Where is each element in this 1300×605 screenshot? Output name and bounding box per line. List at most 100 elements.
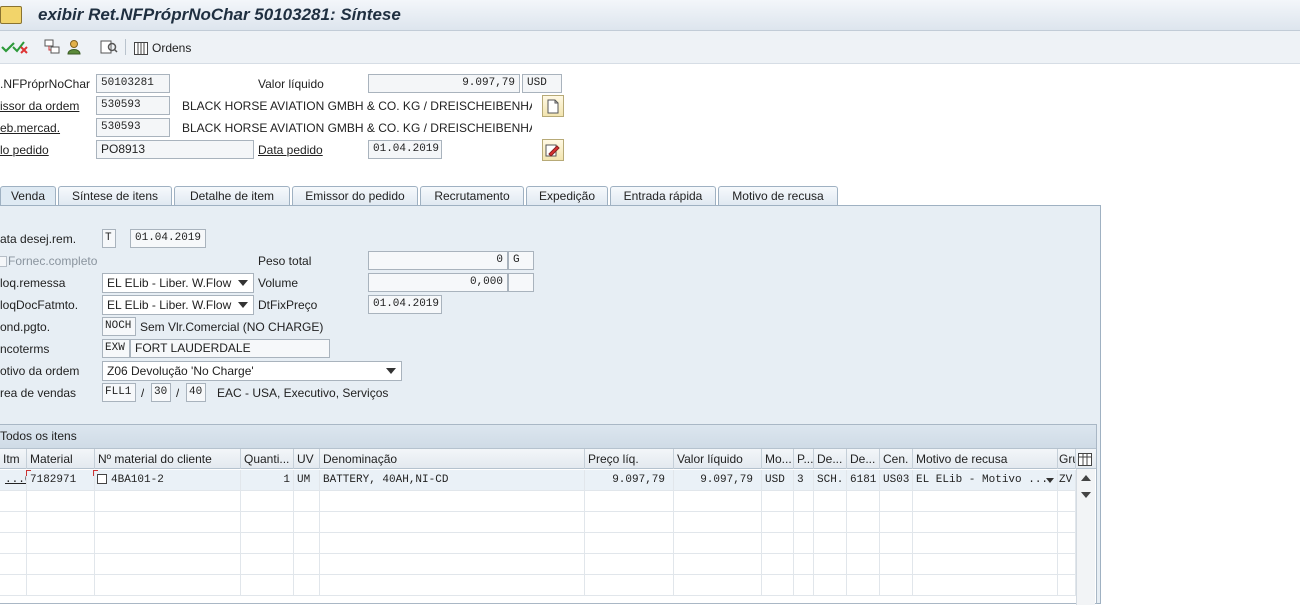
material-cell[interactable]: 7182971 <box>27 470 95 490</box>
column-header[interactable]: Cen. <box>880 449 913 469</box>
net-value-field[interactable]: 9.097,79 <box>368 74 520 93</box>
column-header[interactable]: Quanti... <box>241 449 294 469</box>
table-row[interactable] <box>0 575 1076 596</box>
po-number-label[interactable]: lo pedido <box>0 141 49 159</box>
chevron-down-icon <box>238 280 248 286</box>
table-row[interactable] <box>0 554 1076 575</box>
document-number-field[interactable]: 50103281 <box>96 74 170 93</box>
column-settings-icon[interactable] <box>1076 450 1094 468</box>
column-header[interactable]: Valor líquido <box>674 449 762 469</box>
po-date-label[interactable]: Data pedido <box>258 141 323 159</box>
tab-item-detail[interactable]: Detalhe de item <box>174 186 290 206</box>
tab-venda[interactable]: Venda <box>0 186 56 207</box>
input-marker <box>93 470 98 476</box>
payment-terms-code-field[interactable]: NOCH <box>102 317 136 336</box>
copy-icon[interactable] <box>97 474 107 484</box>
column-header[interactable]: De... <box>814 449 847 469</box>
document-icon[interactable] <box>542 95 564 117</box>
column-header[interactable]: Denominação <box>320 449 585 469</box>
description-cell[interactable]: BATTERY, 40AH,NI-CD <box>320 470 585 490</box>
sold-to-name: BLACK HORSE AVIATION GMBH & CO. KG / DRE… <box>182 99 532 113</box>
sales-area-text: EAC - USA, Executivo, Serviços <box>217 386 389 400</box>
column-header[interactable]: Nº material do cliente <box>95 449 241 469</box>
column-header[interactable]: UV <box>294 449 320 469</box>
sales-area-label: rea de vendas <box>0 386 77 400</box>
volume-field[interactable]: 0,000 <box>368 273 508 292</box>
price-date-field[interactable]: 01.04.2019 <box>368 295 442 314</box>
incoterms-place-field[interactable]: FORT LAUDERDALE <box>130 339 330 358</box>
order-reason-value: Z06 Devolução 'No Charge' <box>107 364 254 378</box>
column-header[interactable]: P... <box>794 449 814 469</box>
complete-delivery-label: Fornec.completo <box>8 254 98 268</box>
plant-cell[interactable]: US03 <box>880 470 913 490</box>
currency-field[interactable]: USD <box>522 74 562 93</box>
tab-item-overview[interactable]: Síntese de itens <box>58 186 172 206</box>
billing-block-label: loqDocFatmto. <box>0 298 79 312</box>
rejection-reason-cell[interactable]: EL ELib - Motivo ... <box>913 470 1058 490</box>
quantity-cell[interactable]: 1 <box>241 470 294 490</box>
order-reason-label: otivo da ordem <box>0 364 80 378</box>
tab-shipping[interactable]: Expedição <box>526 186 608 206</box>
column-header[interactable]: Gru <box>1058 449 1076 469</box>
billing-block-dropdown[interactable]: EL ELib - Liber. W.Flow <box>102 295 254 315</box>
window-title: exibir Ret.NFPróprNoChar 50103281: Sínte… <box>38 5 401 24</box>
net-value-cell[interactable]: 9.097,79 <box>674 470 762 490</box>
division-field[interactable]: 40 <box>186 383 206 402</box>
sold-to-number-field[interactable]: 530593 <box>96 96 170 115</box>
requested-delivery-date-field[interactable]: 01.04.2019 <box>130 229 206 248</box>
complete-delivery-checkbox[interactable] <box>0 256 7 267</box>
folder-icon[interactable] <box>0 6 22 24</box>
volume-label: Volume <box>258 276 299 290</box>
division-cell[interactable]: 6181 <box>847 470 880 490</box>
column-header[interactable]: Itm <box>0 449 27 469</box>
column-header[interactable]: Mo... <box>762 449 794 469</box>
po-number-field[interactable]: PO8913 <box>96 140 254 159</box>
table-row[interactable] <box>0 512 1076 533</box>
volume-unit-field[interactable] <box>508 273 534 292</box>
net-value-label: Valor líquido <box>258 77 324 91</box>
table-row[interactable] <box>0 533 1076 554</box>
delivery-cell[interactable]: SCH... <box>814 470 847 490</box>
column-header[interactable]: Material <box>27 449 95 469</box>
tab-procurement[interactable]: Recrutamento <box>420 186 524 206</box>
delivery-block-dropdown[interactable]: EL ELib - Liber. W.Flow <box>102 273 254 293</box>
tab-ordering-party[interactable]: Emissor do pedido <box>292 186 418 206</box>
net-price-cell[interactable]: 9.097,79 <box>585 470 674 490</box>
table-vertical-scrollbar[interactable] <box>1076 469 1095 605</box>
date-type-field[interactable]: T <box>102 229 116 248</box>
tab-fast-entry[interactable]: Entrada rápida <box>610 186 716 206</box>
column-header[interactable]: De... <box>847 449 880 469</box>
table-row[interactable] <box>0 491 1076 512</box>
scroll-down-icon[interactable] <box>1081 492 1091 498</box>
display-document-icon[interactable] <box>100 39 118 55</box>
currency-cell[interactable]: USD <box>762 470 794 490</box>
table-row[interactable]: ...00 7182971 4BA101-2 1 UM BATTERY, 40A… <box>0 470 1076 491</box>
sold-to-label[interactable]: issor da ordem <box>0 97 79 115</box>
total-weight-label: Peso total <box>258 254 312 268</box>
distribution-channel-field[interactable]: 30 <box>151 383 171 402</box>
person-icon[interactable] <box>66 39 82 55</box>
document-flow-icon[interactable] <box>44 39 60 55</box>
order-reason-dropdown[interactable]: Z06 Devolução 'No Charge' <box>102 361 402 381</box>
ship-to-number-field[interactable]: 530593 <box>96 118 170 137</box>
sales-org-field[interactable]: FLL1 <box>102 383 136 402</box>
unit-cell[interactable]: UM <box>294 470 320 490</box>
title-bar: exibir Ret.NFPróprNoChar 50103281: Sínte… <box>0 0 1300 31</box>
scroll-up-icon[interactable] <box>1081 475 1091 481</box>
po-date-field[interactable]: 01.04.2019 <box>368 140 442 159</box>
column-header[interactable]: Preço líq. <box>585 449 674 469</box>
orders-button[interactable]: Ordens <box>134 39 191 57</box>
ship-to-label[interactable]: eb.mercad. <box>0 119 60 137</box>
item-number-cell[interactable]: ...00 <box>0 470 27 490</box>
customer-material-cell[interactable]: 4BA101-2 <box>95 470 241 490</box>
weight-unit-field[interactable]: G <box>508 251 534 270</box>
cancel-check-icon[interactable] <box>12 39 30 55</box>
tab-rejection-reason[interactable]: Motivo de recusa <box>718 186 838 206</box>
priority-cell[interactable]: 3 <box>794 470 814 490</box>
column-header[interactable]: Motivo de recusa <box>913 449 1058 469</box>
total-weight-field[interactable]: 0 <box>368 251 508 270</box>
delivery-block-label: loq.remessa <box>0 276 66 290</box>
incoterms-code-field[interactable]: EXW <box>102 339 130 358</box>
group-cell[interactable]: ZV <box>1058 470 1076 490</box>
edit-document-icon[interactable] <box>542 139 564 161</box>
